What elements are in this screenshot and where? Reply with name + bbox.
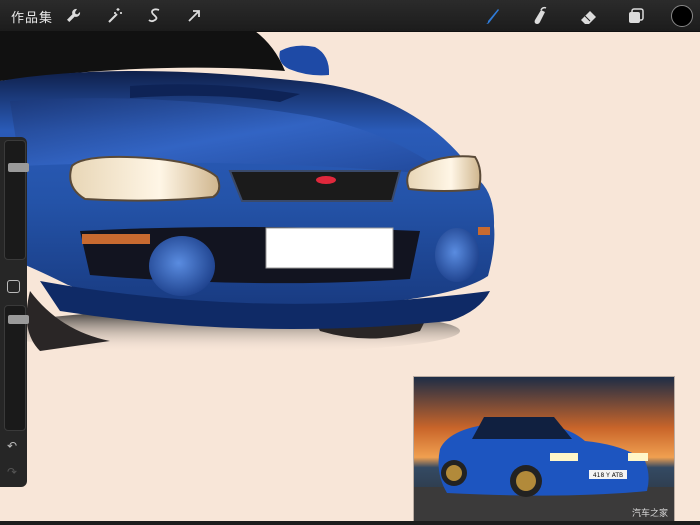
color-picker-swatch[interactable] xyxy=(671,5,693,27)
smudge-icon[interactable] xyxy=(529,5,551,27)
gallery-button[interactable]: 作品集 xyxy=(11,7,53,26)
redo-icon[interactable]: ↷ xyxy=(7,465,17,479)
bottom-edge xyxy=(0,521,700,525)
brush-size-thumb[interactable] xyxy=(8,162,29,172)
brush-icon[interactable] xyxy=(481,5,503,27)
top-toolbar: 作品集 xyxy=(0,0,700,32)
modify-button[interactable] xyxy=(7,280,20,293)
wrench-icon[interactable] xyxy=(63,5,85,27)
plate-text: 418 Y ATB xyxy=(593,472,623,479)
watermark-text: 汽车之家 xyxy=(631,509,668,519)
brush-sidebar: ↶ ↷ xyxy=(0,137,29,487)
reference-car-image: 418 Y ATB xyxy=(414,377,674,521)
opacity-slider[interactable] xyxy=(4,305,29,431)
brush-size-slider[interactable] xyxy=(4,140,29,260)
magic-wand-icon[interactable] xyxy=(104,5,126,27)
transform-arrow-icon[interactable] xyxy=(183,5,205,27)
opacity-thumb[interactable] xyxy=(8,314,29,324)
eraser-icon[interactable] xyxy=(578,5,600,27)
drawing-canvas[interactable]: 418 Y ATB 汽车之家 xyxy=(0,31,700,521)
selection-icon[interactable] xyxy=(144,5,166,27)
layers-icon[interactable] xyxy=(625,5,647,27)
reference-photo[interactable]: 418 Y ATB 汽车之家 xyxy=(414,377,674,521)
undo-icon[interactable]: ↶ xyxy=(7,439,17,453)
